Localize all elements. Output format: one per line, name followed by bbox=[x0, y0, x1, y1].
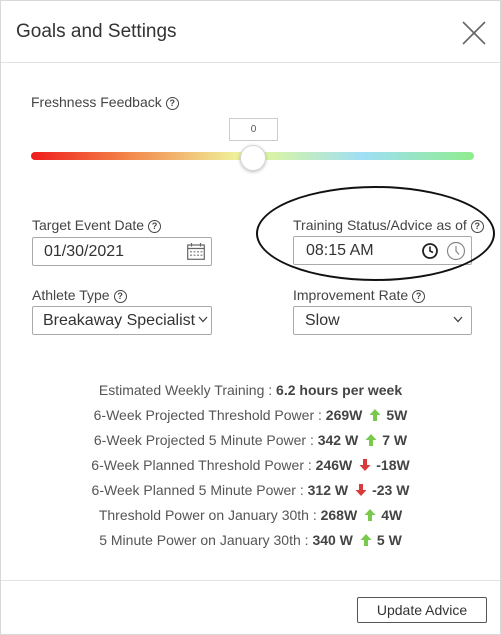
training-status-label: Training Status/Advice as of? bbox=[293, 217, 484, 233]
header-divider bbox=[1, 62, 500, 63]
chevron-down-icon bbox=[453, 316, 463, 323]
clock-picker-icon[interactable] bbox=[446, 241, 466, 261]
help-icon[interactable]: ? bbox=[148, 220, 162, 233]
goals-settings-dialog: Goals and Settings Freshness Feedback? 0… bbox=[0, 0, 501, 635]
stat-row: 6-Week Projected 5 Minute Power : 342 W7… bbox=[93, 432, 408, 448]
freshness-value: 0 bbox=[229, 118, 278, 141]
stat-weekly-training: Estimated Weekly Training : 6.2 hours pe… bbox=[98, 382, 403, 398]
highlight-annotation-oval bbox=[256, 186, 495, 281]
freshness-label: Freshness Feedback? bbox=[31, 94, 179, 110]
stat-row: Threshold Power on January 30th : 268W 4W bbox=[98, 507, 403, 523]
clock-icon[interactable] bbox=[421, 242, 439, 260]
target-event-date-input[interactable]: 01/30/2021 bbox=[32, 237, 212, 266]
close-icon[interactable] bbox=[460, 19, 488, 47]
arrow-up-icon bbox=[369, 409, 381, 421]
stat-row: 6-Week Planned Threshold Power : 246W -18… bbox=[91, 457, 410, 473]
athlete-type-label: Athlete Type? bbox=[32, 287, 127, 303]
freshness-slider-thumb[interactable] bbox=[240, 145, 266, 171]
improvement-rate-label: Improvement Rate? bbox=[293, 287, 426, 303]
stat-row: 6-Week Planned 5 Minute Power : 312 W -23… bbox=[91, 482, 410, 498]
help-icon[interactable]: ? bbox=[412, 290, 426, 303]
footer-divider bbox=[1, 580, 500, 581]
calendar-icon[interactable] bbox=[187, 243, 205, 260]
target-event-date-label: Target Event Date? bbox=[32, 217, 162, 233]
help-icon[interactable]: ? bbox=[113, 290, 127, 303]
stat-row: 5 Minute Power on January 30th : 340 W5 … bbox=[99, 532, 402, 548]
arrow-up-icon bbox=[360, 534, 372, 546]
dialog-title: Goals and Settings bbox=[16, 21, 177, 42]
athlete-type-select[interactable]: Breakaway Specialist bbox=[32, 306, 212, 335]
improvement-rate-select[interactable]: Slow bbox=[293, 306, 472, 335]
help-icon[interactable]: ? bbox=[165, 97, 179, 110]
stat-row: 6-Week Projected Threshold Power : 269W 5… bbox=[93, 407, 408, 423]
arrow-down-icon bbox=[359, 459, 371, 471]
training-status-time-input[interactable]: 08:15 AM bbox=[293, 236, 472, 265]
training-stats: Estimated Weekly Training : 6.2 hours pe… bbox=[1, 381, 500, 556]
arrow-up-icon bbox=[364, 509, 376, 521]
update-advice-button[interactable]: Update Advice bbox=[357, 597, 487, 623]
arrow-up-icon bbox=[365, 434, 377, 446]
arrow-down-icon bbox=[355, 484, 367, 496]
help-icon[interactable]: ? bbox=[470, 220, 484, 233]
chevron-down-icon bbox=[198, 316, 208, 323]
